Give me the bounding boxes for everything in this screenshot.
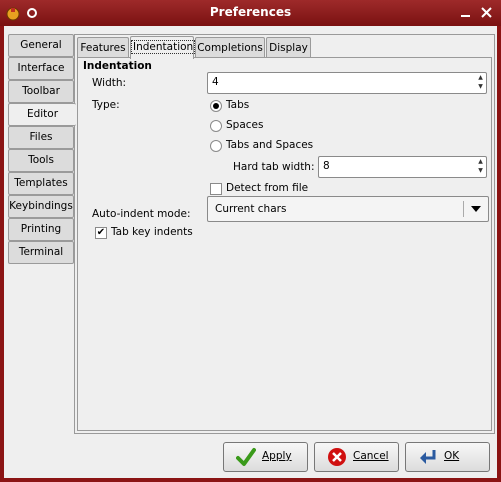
side-tab-printing[interactable]: Printing: [8, 218, 74, 241]
radio-spaces-label[interactable]: Spaces: [226, 119, 263, 131]
side-tab-keybindings[interactable]: Keybindings: [8, 195, 74, 218]
preferences-window: Preferences General Interface Toolbar Ed…: [0, 0, 501, 482]
auto-indent-combo[interactable]: Current chars: [207, 196, 489, 222]
apply-label: Apply: [262, 450, 292, 462]
radio-tabs[interactable]: [210, 100, 222, 112]
radio-tabs-and-spaces-label[interactable]: Tabs and Spaces: [226, 139, 313, 151]
ok-button[interactable]: OK: [405, 442, 490, 472]
hard-tab-width-value: 8: [323, 160, 330, 172]
indentation-page: Indentation Width: 4 ▲ ▼ Type: Tabs Space…: [77, 57, 492, 431]
side-tab-files[interactable]: Files: [8, 126, 74, 149]
combo-separator: [463, 201, 464, 217]
side-tab-general[interactable]: General: [8, 34, 74, 57]
auto-indent-value: Current chars: [215, 203, 287, 215]
radio-tabs-and-spaces[interactable]: [210, 140, 222, 152]
tab-key-indents-label[interactable]: Tab key indents: [111, 226, 193, 238]
auto-indent-label: Auto-indent mode:: [92, 208, 191, 220]
tab-display[interactable]: Display: [266, 37, 311, 58]
width-spin-arrows[interactable]: ▲ ▼: [476, 73, 485, 93]
width-value: 4: [212, 76, 219, 88]
cancel-button[interactable]: Cancel: [314, 442, 399, 472]
tab-completions[interactable]: Completions: [195, 37, 265, 58]
minimize-icon: [461, 15, 470, 17]
tab-indentation-label: Indentation: [131, 40, 196, 54]
tab-indentation[interactable]: Indentation: [130, 36, 196, 59]
type-label: Type:: [92, 99, 120, 111]
return-arrow-icon: [420, 450, 436, 464]
radio-spaces[interactable]: [210, 120, 222, 132]
width-spin[interactable]: 4 ▲ ▼: [207, 72, 487, 94]
side-tab-terminal[interactable]: Terminal: [8, 241, 74, 264]
close-icon: [481, 7, 492, 18]
side-tab-interface[interactable]: Interface: [8, 57, 74, 80]
hard-tab-width-label: Hard tab width:: [233, 161, 315, 173]
side-tab-tools[interactable]: Tools: [8, 149, 74, 172]
hard-tab-width-spin[interactable]: 8 ▲ ▼: [318, 156, 487, 178]
cancel-icon: [328, 448, 346, 466]
close-button[interactable]: [478, 4, 495, 21]
ok-label: OK: [444, 450, 460, 462]
side-tab-toolbar[interactable]: Toolbar: [8, 80, 74, 103]
dialog-body: General Interface Toolbar Editor Files T…: [4, 26, 497, 478]
detect-from-file-checkbox[interactable]: [210, 183, 222, 195]
tab-features[interactable]: Features: [77, 37, 129, 58]
side-tab-templates[interactable]: Templates: [8, 172, 74, 195]
apply-button[interactable]: Apply: [223, 442, 308, 472]
width-label: Width:: [92, 77, 127, 89]
checkmark-icon: [236, 448, 256, 466]
radio-tabs-label[interactable]: Tabs: [226, 99, 249, 111]
minimize-button[interactable]: [457, 4, 474, 21]
cancel-label: Cancel: [353, 450, 389, 462]
chevron-down-icon[interactable]: [471, 206, 481, 212]
section-title: Indentation: [83, 60, 152, 72]
detect-from-file-label[interactable]: Detect from file: [226, 182, 308, 194]
title-bar[interactable]: Preferences: [0, 0, 501, 26]
window-title: Preferences: [209, 5, 292, 19]
side-tab-editor[interactable]: Editor: [8, 103, 76, 126]
hard-tab-spin-arrows[interactable]: ▲ ▼: [476, 157, 485, 177]
tab-key-indents-checkbox[interactable]: ✔: [95, 227, 107, 239]
